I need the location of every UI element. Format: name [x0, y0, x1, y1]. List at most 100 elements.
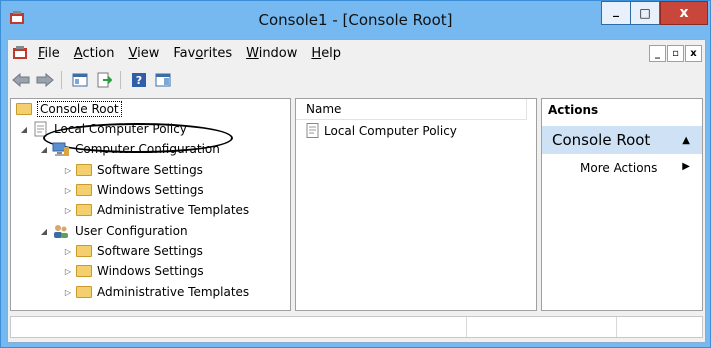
actions-section-console-root[interactable]: Console Root ▲: [542, 126, 702, 154]
tree-node-label: Administrative Templates: [97, 203, 250, 217]
status-cell: [616, 317, 617, 337]
folder-icon: [76, 265, 92, 277]
menu-file-rest: ile: [44, 45, 60, 61]
actions-section-label: Console Root: [552, 131, 651, 149]
expand-arrow-icon: ▷: [64, 287, 72, 297]
tree-node-uc-software-settings[interactable]: ▷ Software Settings: [63, 241, 203, 261]
menu-action[interactable]: Action: [74, 46, 115, 61]
mdi-close-button[interactable]: x: [685, 45, 702, 62]
tree-node-computer-configuration[interactable]: ◢ Computer Configuration: [39, 139, 220, 159]
export-list-icon: [97, 72, 112, 88]
toolbar-separator: [120, 71, 121, 89]
close-button[interactable]: x: [660, 1, 708, 25]
status-bar: [10, 316, 703, 338]
close-icon: x: [679, 5, 689, 21]
submenu-arrow-icon: ▶: [682, 161, 690, 172]
forward-arrow-icon: [36, 73, 54, 87]
tree-node-cc-administrative-templates[interactable]: ▷ Administrative Templates: [63, 200, 249, 220]
expand-arrow-icon: ▷: [64, 185, 72, 195]
folder-icon: [16, 103, 32, 115]
tree-node-label: Windows Settings: [97, 264, 204, 278]
export-list-button[interactable]: [93, 69, 115, 91]
collapse-arrow-icon: ◢: [40, 144, 48, 154]
status-cell: [466, 317, 467, 337]
menu-help-rest: elp: [321, 45, 342, 61]
action-pane-icon: [155, 73, 171, 87]
folder-icon: [76, 204, 92, 216]
tree-node-cc-software-settings[interactable]: ▷ Software Settings: [63, 160, 203, 180]
help-button[interactable]: ?: [128, 69, 150, 91]
forward-button[interactable]: [34, 69, 56, 91]
maximize-icon: □: [639, 6, 651, 20]
mdi-controls: _ ▫ x: [648, 45, 702, 62]
console-tree: Console Root ◢ Local Computer Policy ◢ C…: [10, 98, 291, 311]
tree-node-label: Administrative Templates: [97, 285, 250, 299]
folder-icon: [76, 245, 92, 257]
tree-node-label: Console Root: [37, 101, 122, 117]
menu-view-rest: iew: [137, 45, 160, 61]
menu-favorites-pre: Fav: [173, 45, 196, 61]
tree-node-label: User Configuration: [75, 224, 188, 238]
tree-node-label: Computer Configuration: [75, 142, 220, 156]
expand-arrow-icon: ▷: [64, 266, 72, 276]
show-hide-action-pane-button[interactable]: [152, 69, 174, 91]
mmc-window: Console1 - [Console Root] _ □ x File Act…: [0, 0, 711, 348]
mdi-minimize-button[interactable]: _: [649, 45, 666, 62]
expand-arrow-icon: ▷: [64, 205, 72, 215]
help-icon: ?: [132, 73, 146, 87]
tree-node-label: Software Settings: [97, 163, 203, 177]
tree-node-user-configuration[interactable]: ◢ User Configuration: [39, 221, 188, 241]
column-header-name[interactable]: Name: [296, 99, 527, 120]
toolbar-separator: [61, 71, 62, 89]
menu-help-accel: H: [311, 45, 322, 61]
title-bar[interactable]: Console1 - [Console Root] _ □ x: [1, 1, 710, 39]
menu-window-accel: W: [246, 45, 259, 61]
menu-favorites-rest: rites: [203, 45, 233, 61]
expand-arrow-icon: ▷: [64, 246, 72, 256]
minimize-button[interactable]: _: [601, 1, 631, 25]
column-header-label: Name: [306, 102, 342, 116]
minimize-icon: _: [613, 3, 619, 17]
maximize-button[interactable]: □: [630, 1, 660, 25]
actions-title: Actions: [548, 103, 599, 117]
back-button[interactable]: [10, 69, 32, 91]
toolbar: ?: [8, 67, 705, 93]
show-hide-tree-button[interactable]: [69, 69, 91, 91]
panes: Console Root ◢ Local Computer Policy ◢ C…: [10, 98, 703, 311]
menu-file[interactable]: File: [38, 46, 60, 61]
tree-node-uc-windows-settings[interactable]: ▷ Windows Settings: [63, 261, 204, 281]
tree-node-uc-administrative-templates[interactable]: ▷ Administrative Templates: [63, 282, 249, 302]
actions-pane: Actions Console Root ▲ More Actions ▶: [541, 98, 703, 311]
list-item[interactable]: Local Computer Policy: [306, 123, 457, 138]
back-arrow-icon: [12, 73, 30, 87]
menu-view[interactable]: View: [129, 46, 160, 61]
console-menu-icon[interactable]: [12, 45, 28, 61]
console-tree-icon: [72, 73, 88, 87]
collapse-up-icon[interactable]: ▲: [682, 135, 690, 146]
policy-document-icon: [306, 123, 319, 138]
collapse-arrow-icon: ◢: [20, 124, 28, 134]
menu-view-accel: V: [128, 45, 138, 61]
more-actions-item[interactable]: More Actions: [580, 161, 657, 175]
client-area: File Action View Favorites Window Help _…: [7, 39, 706, 343]
result-pane: Name Local Computer Policy: [295, 98, 537, 311]
list-item-label: Local Computer Policy: [324, 123, 457, 138]
svg-text:?: ?: [136, 74, 142, 87]
menu-help[interactable]: Help: [311, 46, 341, 61]
folder-icon: [76, 164, 92, 176]
mdi-restore-button[interactable]: ▫: [667, 45, 684, 62]
folder-icon: [76, 184, 92, 196]
tree-node-label: Windows Settings: [97, 183, 204, 197]
expand-arrow-icon: ▷: [64, 165, 72, 175]
tree-node-cc-windows-settings[interactable]: ▷ Windows Settings: [63, 180, 204, 200]
menu-bar: File Action View Favorites Window Help _…: [8, 42, 705, 64]
tree-node-console-root[interactable]: Console Root: [14, 99, 122, 119]
menu-window[interactable]: Window: [246, 46, 297, 61]
menu-window-rest: indow: [258, 45, 298, 61]
collapse-arrow-icon: ◢: [40, 226, 48, 236]
tree-node-label: Software Settings: [97, 244, 203, 258]
users-icon: [54, 225, 68, 238]
computer-icon: [52, 142, 69, 156]
folder-icon: [76, 286, 92, 298]
menu-favorites[interactable]: Favorites: [173, 46, 232, 61]
